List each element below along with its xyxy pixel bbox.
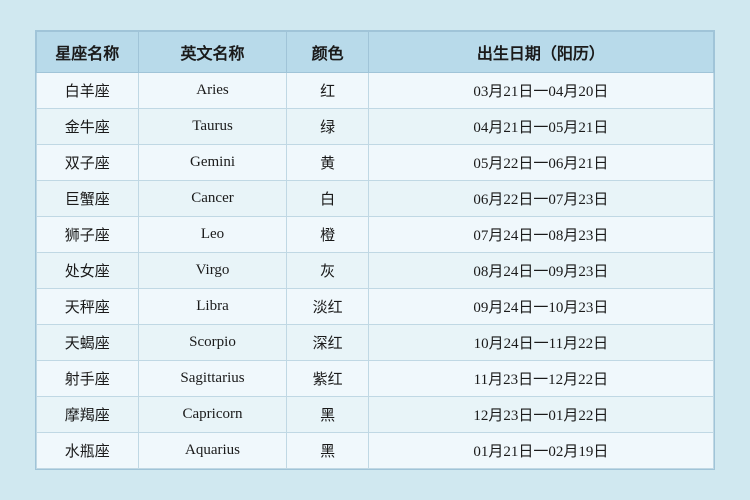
cell-en-name: Aries <box>138 73 287 109</box>
cell-color: 黑 <box>287 433 368 469</box>
cell-date: 09月24日一10月23日 <box>368 289 713 325</box>
table-row: 巨蟹座Cancer白06月22日一07月23日 <box>37 181 714 217</box>
table-row: 水瓶座Aquarius黑01月21日一02月19日 <box>37 433 714 469</box>
cell-en-name: Virgo <box>138 253 287 289</box>
cell-en-name: Cancer <box>138 181 287 217</box>
table-header-row: 星座名称 英文名称 颜色 出生日期（阳历） <box>37 32 714 73</box>
cell-en-name: Sagittarius <box>138 361 287 397</box>
cell-en-name: Gemini <box>138 145 287 181</box>
cell-date: 06月22日一07月23日 <box>368 181 713 217</box>
cell-date: 03月21日一04月20日 <box>368 73 713 109</box>
table-row: 白羊座Aries红03月21日一04月20日 <box>37 73 714 109</box>
cell-date: 01月21日一02月19日 <box>368 433 713 469</box>
cell-color: 深红 <box>287 325 368 361</box>
header-en-name: 英文名称 <box>138 32 287 73</box>
cell-color: 红 <box>287 73 368 109</box>
cell-color: 黄 <box>287 145 368 181</box>
cell-color: 淡红 <box>287 289 368 325</box>
table-row: 狮子座Leo橙07月24日一08月23日 <box>37 217 714 253</box>
cell-date: 04月21日一05月21日 <box>368 109 713 145</box>
cell-en-name: Scorpio <box>138 325 287 361</box>
cell-en-name: Aquarius <box>138 433 287 469</box>
cell-zh-name: 双子座 <box>37 145 139 181</box>
zodiac-table: 星座名称 英文名称 颜色 出生日期（阳历） 白羊座Aries红03月21日一04… <box>36 31 714 469</box>
header-zh-name: 星座名称 <box>37 32 139 73</box>
cell-en-name: Capricorn <box>138 397 287 433</box>
cell-zh-name: 巨蟹座 <box>37 181 139 217</box>
cell-zh-name: 处女座 <box>37 253 139 289</box>
cell-date: 08月24日一09月23日 <box>368 253 713 289</box>
cell-zh-name: 金牛座 <box>37 109 139 145</box>
cell-date: 07月24日一08月23日 <box>368 217 713 253</box>
cell-date: 05月22日一06月21日 <box>368 145 713 181</box>
table-row: 处女座Virgo灰08月24日一09月23日 <box>37 253 714 289</box>
cell-date: 11月23日一12月22日 <box>368 361 713 397</box>
cell-color: 橙 <box>287 217 368 253</box>
cell-zh-name: 狮子座 <box>37 217 139 253</box>
table-row: 摩羯座Capricorn黑12月23日一01月22日 <box>37 397 714 433</box>
cell-en-name: Taurus <box>138 109 287 145</box>
cell-color: 白 <box>287 181 368 217</box>
cell-color: 黑 <box>287 397 368 433</box>
table-row: 金牛座Taurus绿04月21日一05月21日 <box>37 109 714 145</box>
header-color: 颜色 <box>287 32 368 73</box>
cell-en-name: Leo <box>138 217 287 253</box>
cell-date: 10月24日一11月22日 <box>368 325 713 361</box>
table-row: 射手座Sagittarius紫红11月23日一12月22日 <box>37 361 714 397</box>
cell-zh-name: 天蝎座 <box>37 325 139 361</box>
cell-zh-name: 天秤座 <box>37 289 139 325</box>
cell-date: 12月23日一01月22日 <box>368 397 713 433</box>
cell-zh-name: 射手座 <box>37 361 139 397</box>
cell-zh-name: 摩羯座 <box>37 397 139 433</box>
cell-color: 紫红 <box>287 361 368 397</box>
table-row: 天蝎座Scorpio深红10月24日一11月22日 <box>37 325 714 361</box>
cell-zh-name: 白羊座 <box>37 73 139 109</box>
zodiac-table-container: 星座名称 英文名称 颜色 出生日期（阳历） 白羊座Aries红03月21日一04… <box>35 30 715 470</box>
cell-color: 灰 <box>287 253 368 289</box>
table-row: 天秤座Libra淡红09月24日一10月23日 <box>37 289 714 325</box>
cell-color: 绿 <box>287 109 368 145</box>
cell-en-name: Libra <box>138 289 287 325</box>
cell-zh-name: 水瓶座 <box>37 433 139 469</box>
table-row: 双子座Gemini黄05月22日一06月21日 <box>37 145 714 181</box>
header-date: 出生日期（阳历） <box>368 32 713 73</box>
